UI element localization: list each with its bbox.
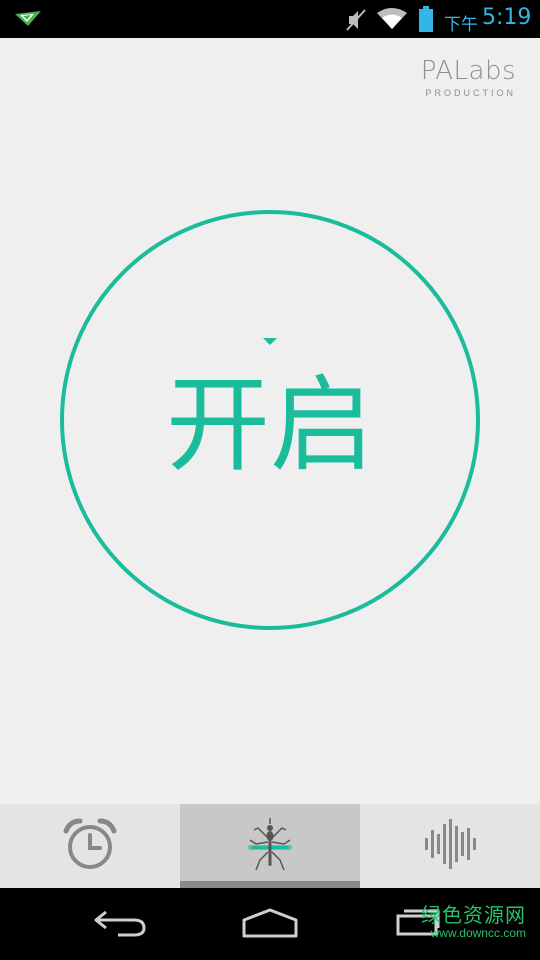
status-clock: 5:19 (482, 5, 532, 30)
battery-icon (418, 6, 434, 36)
tab-selected-indicator (180, 881, 360, 888)
ring-marker-icon (263, 338, 277, 345)
home-icon[interactable] (242, 908, 298, 942)
brand-logo: PALabs PRODUCTION (421, 56, 516, 98)
status-ampm: 下午 (444, 15, 478, 35)
watermark: 绿色资源网 www.downcc.com (421, 904, 526, 940)
system-nav-bar: 绿色资源网 www.downcc.com (0, 888, 540, 960)
alarm-clock-icon (62, 817, 118, 875)
brand-name: PALabs (420, 56, 516, 86)
bottom-tab-bar (0, 804, 540, 888)
mosquito-icon (242, 816, 298, 876)
notification-app-icon (14, 10, 42, 32)
back-icon[interactable] (92, 908, 148, 942)
sound-wave-icon (424, 819, 476, 873)
tab-mosquito[interactable] (180, 804, 360, 888)
watermark-url: www.downcc.com (430, 926, 526, 940)
toggle-ring-button[interactable]: 开启 (60, 210, 480, 630)
toggle-label[interactable]: 开启 (60, 365, 480, 485)
watermark-title: 绿色资源网 (421, 903, 526, 927)
tab-alarm[interactable] (0, 804, 180, 888)
mute-icon (345, 8, 367, 36)
brand-tagline: PRODUCTION (425, 88, 516, 98)
status-bar: 下午 5:19 (0, 0, 540, 38)
wifi-icon (376, 7, 408, 35)
tab-sound[interactable] (360, 804, 540, 888)
